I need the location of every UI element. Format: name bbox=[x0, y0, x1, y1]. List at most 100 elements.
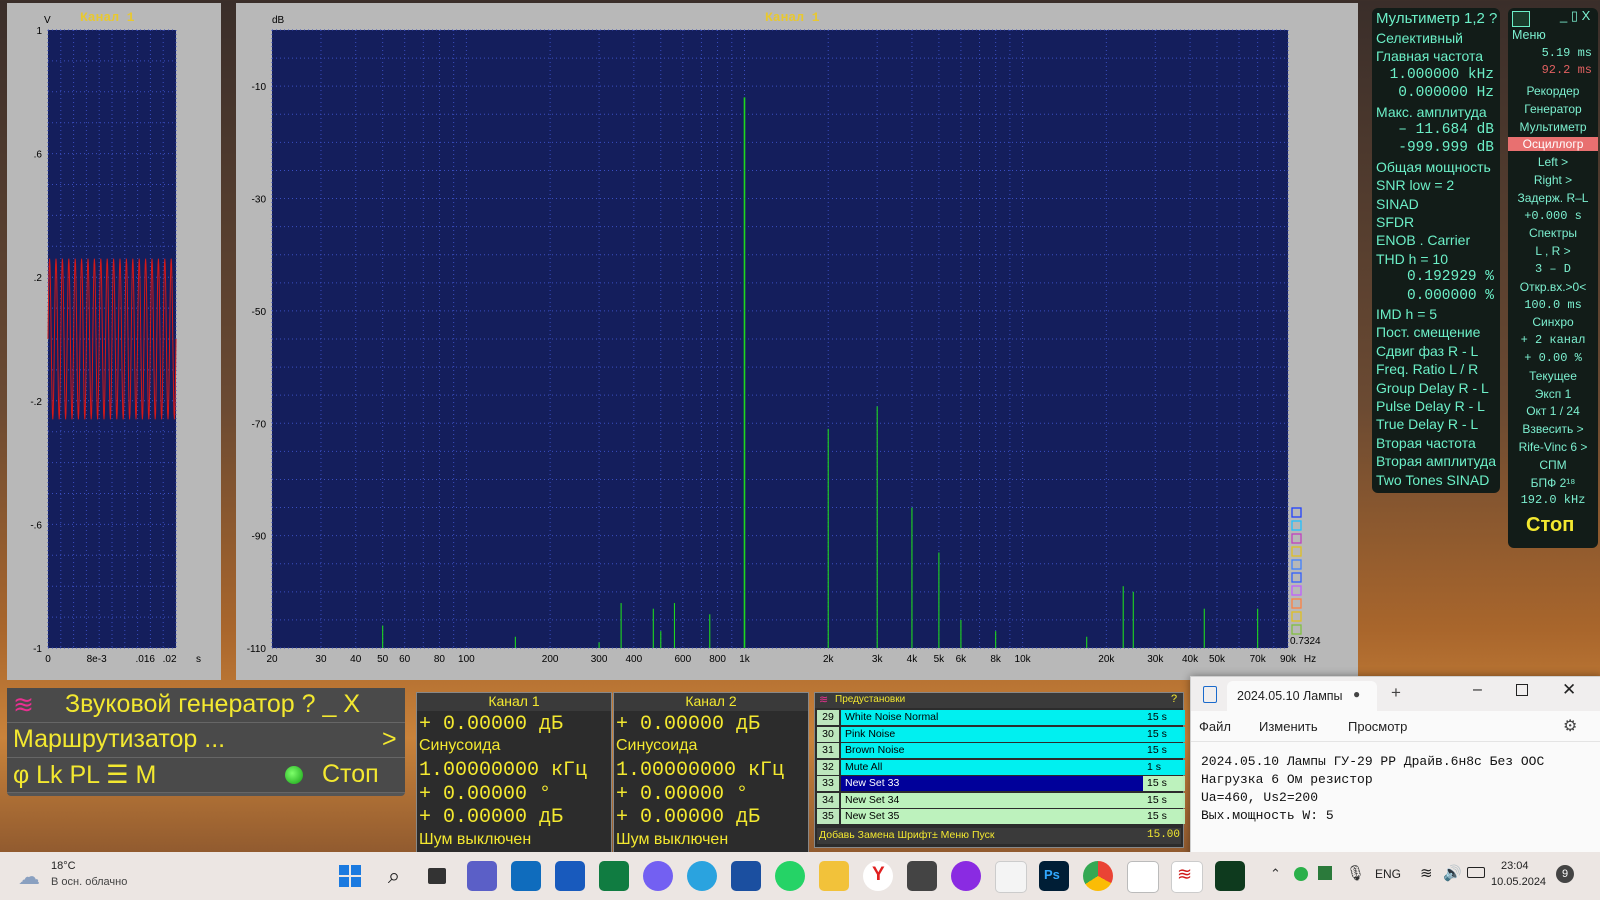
weather-cloud-icon[interactable]: ☁ bbox=[18, 864, 40, 890]
snipping-tool-icon[interactable] bbox=[995, 861, 1027, 893]
channel-1-wave[interactable]: Синусоида bbox=[419, 737, 609, 759]
new-tab-icon[interactable]: + bbox=[1391, 683, 1401, 703]
menu-item[interactable]: Взвесить > bbox=[1508, 422, 1598, 436]
menu-edit[interactable]: Изменить bbox=[1259, 719, 1318, 734]
preset-row[interactable]: 35 New Set 35 15 s bbox=[817, 809, 1185, 824]
multimeter-row[interactable]: Макс. амплитуда bbox=[1376, 104, 1487, 120]
preset-row[interactable]: 33 New Set 33 15 s bbox=[817, 776, 1185, 791]
menu-item[interactable]: 3 – D bbox=[1508, 262, 1598, 276]
audio-app-icon[interactable] bbox=[951, 861, 981, 891]
channel-1-level2[interactable]: + 0.00000 дБ bbox=[419, 806, 609, 829]
tray-shield-icon[interactable] bbox=[1318, 866, 1332, 880]
save-disk-icon[interactable] bbox=[731, 861, 761, 891]
multimeter-row[interactable]: Вторая амплитуда bbox=[1376, 453, 1496, 469]
chrome-icon[interactable] bbox=[1083, 861, 1113, 891]
menu-item[interactable]: Откр.вх.>0< bbox=[1508, 280, 1598, 294]
channel-1-noise[interactable]: Шум выключен bbox=[419, 831, 609, 853]
multimeter-row[interactable]: ENOB . Carrier bbox=[1376, 232, 1470, 248]
tray-check-icon[interactable] bbox=[1294, 867, 1308, 881]
menu-item[interactable]: Рекордер bbox=[1508, 84, 1598, 98]
menu-item[interactable]: СПМ bbox=[1508, 458, 1598, 472]
menu-item[interactable]: Текущее bbox=[1508, 369, 1598, 383]
battery-icon[interactable] bbox=[1467, 867, 1485, 878]
teams-icon[interactable] bbox=[467, 861, 497, 891]
task-view-icon[interactable] bbox=[423, 861, 453, 891]
clock-time[interactable]: 23:04 bbox=[1501, 860, 1529, 872]
spectrum-lab-icon[interactable]: ≋ bbox=[1171, 861, 1203, 893]
notepad-unsaved-dot-icon[interactable]: ● bbox=[1353, 687, 1360, 701]
notepad-editor[interactable]: 2024.05.10 Лампы ГУ-29 РР Драйв.6н8с Без… bbox=[1201, 753, 1544, 825]
menu-item[interactable]: Left > bbox=[1508, 155, 1598, 169]
menu-item[interactable]: +0.000 s bbox=[1508, 209, 1598, 223]
multimeter-row[interactable]: 1.000000 kHz bbox=[1390, 67, 1494, 83]
channel-2-noise[interactable]: Шум выключен bbox=[616, 831, 806, 853]
multimeter-row[interactable]: SFDR bbox=[1376, 214, 1414, 230]
wifi-icon[interactable]: ≋ bbox=[1420, 864, 1433, 882]
oscilloscope-app-icon[interactable] bbox=[1215, 861, 1245, 891]
multimeter-row[interactable]: Pulse Delay R - L bbox=[1376, 398, 1485, 414]
channel-2-wave[interactable]: Синусоида bbox=[616, 737, 806, 759]
multimeter-title[interactable]: Мультиметр 1,2 ? bbox=[1376, 10, 1497, 27]
generator-title-bar[interactable]: ≋ Звуковой генератор ? _ X bbox=[7, 688, 405, 723]
channel-1-phase[interactable]: + 0.00000 ° bbox=[419, 783, 609, 806]
multimeter-row[interactable]: 0.000000 Hz bbox=[1398, 85, 1494, 101]
presets-titlebar[interactable]: ≋ Предустановки ? bbox=[815, 693, 1183, 708]
preset-row[interactable]: 32 Mute All 1 s bbox=[817, 759, 1185, 775]
menu-stop-button[interactable]: Стоп bbox=[1526, 514, 1574, 537]
file-explorer-icon[interactable] bbox=[819, 861, 849, 891]
excel-icon[interactable] bbox=[599, 861, 629, 891]
multimeter-row[interactable]: Вторая частота bbox=[1376, 435, 1476, 451]
menu-item[interactable]: Генератор bbox=[1508, 102, 1598, 116]
close-icon[interactable]: ✕ bbox=[1562, 680, 1576, 700]
multimeter-row[interactable]: SINAD bbox=[1376, 196, 1419, 212]
maximize-icon[interactable] bbox=[1516, 684, 1528, 696]
channel-1-level[interactable]: + 0.00000 дБ bbox=[419, 713, 609, 736]
multimeter-row[interactable]: Two Tones SINAD bbox=[1376, 472, 1489, 488]
menu-item[interactable]: L , R > bbox=[1508, 244, 1598, 258]
menu-item[interactable]: Задерж. R–L bbox=[1508, 191, 1598, 205]
menu-item[interactable]: Эксп 1 bbox=[1508, 387, 1598, 401]
generator-bottom-row[interactable]: φ Lk PL ☰ M Стоп bbox=[7, 758, 405, 793]
presets-footer-buttons[interactable]: Добавь Замена Шрифт± Меню Пуск bbox=[819, 829, 995, 841]
multimeter-row[interactable]: THD h = 10 bbox=[1376, 251, 1448, 267]
generator-stop-button[interactable]: Стоп bbox=[322, 760, 379, 789]
multimeter-panel[interactable]: Мультиметр 1,2 ? Селективный Главная част… bbox=[1372, 8, 1500, 493]
settings-gear-icon[interactable]: ⚙ bbox=[1563, 716, 1577, 736]
notification-badge[interactable]: 9 bbox=[1556, 865, 1574, 883]
preset-row[interactable]: 34 New Set 34 15 s bbox=[817, 792, 1185, 808]
notepad-taskbar-icon[interactable] bbox=[1127, 861, 1159, 893]
clock-date[interactable]: 10.05.2024 bbox=[1491, 876, 1546, 888]
multimeter-row[interactable]: 0.192929 % bbox=[1407, 269, 1494, 285]
menu-item[interactable]: Right > bbox=[1508, 173, 1598, 187]
multimeter-row[interactable]: 0.000000 % bbox=[1407, 288, 1494, 304]
multimeter-row[interactable]: IMD h = 5 bbox=[1376, 306, 1437, 322]
outlook-icon[interactable] bbox=[511, 861, 541, 891]
channel-1-header[interactable]: Канал 1 bbox=[417, 693, 611, 711]
window-controls[interactable]: _ ▯ X bbox=[1560, 8, 1590, 24]
preset-row[interactable]: 29 White Noise Normal 15 s bbox=[817, 710, 1185, 725]
multimeter-row[interactable]: -999.999 dB bbox=[1398, 140, 1494, 156]
microphone-icon[interactable]: 🎙 bbox=[1346, 864, 1365, 882]
channel-1-freq[interactable]: 1.00000000 кГц bbox=[419, 759, 609, 782]
menu-item[interactable]: Осциллогр bbox=[1508, 137, 1598, 152]
presets-help-icon[interactable]: ? bbox=[1171, 693, 1177, 705]
calculator-icon[interactable] bbox=[907, 861, 937, 891]
weather-desc[interactable]: В осн. облачно bbox=[51, 876, 127, 888]
telegram-icon[interactable] bbox=[687, 861, 717, 891]
menu-item[interactable]: Окт 1 / 24 bbox=[1508, 404, 1598, 418]
multimeter-row[interactable]: Freq. Ratio L / R bbox=[1376, 361, 1478, 377]
menu-item[interactable]: + 0.00 % bbox=[1508, 351, 1598, 365]
channel-2-level2[interactable]: + 0.00000 дБ bbox=[616, 806, 806, 829]
multimeter-row[interactable]: Селективный bbox=[1376, 30, 1463, 46]
generator-bottom-controls[interactable]: φ Lk PL ☰ M bbox=[13, 760, 156, 790]
search-icon[interactable]: ⌕ bbox=[379, 861, 409, 891]
channel-2-freq[interactable]: 1.00000000 кГц bbox=[616, 759, 806, 782]
multimeter-row[interactable]: True Delay R - L bbox=[1376, 416, 1478, 432]
photoshop-icon[interactable]: Ps bbox=[1039, 861, 1069, 891]
menu-item[interactable]: Спектры bbox=[1508, 226, 1598, 240]
menu-item[interactable]: 192.0 kHz bbox=[1508, 493, 1598, 507]
tray-chevron-icon[interactable]: ⌃ bbox=[1270, 866, 1281, 882]
preset-row[interactable]: 31 Brown Noise 15 s bbox=[817, 743, 1185, 758]
notepad-tab[interactable]: 2024.05.10 Лампы ● bbox=[1227, 681, 1377, 711]
channel-2-header[interactable]: Канал 2 bbox=[614, 693, 808, 711]
